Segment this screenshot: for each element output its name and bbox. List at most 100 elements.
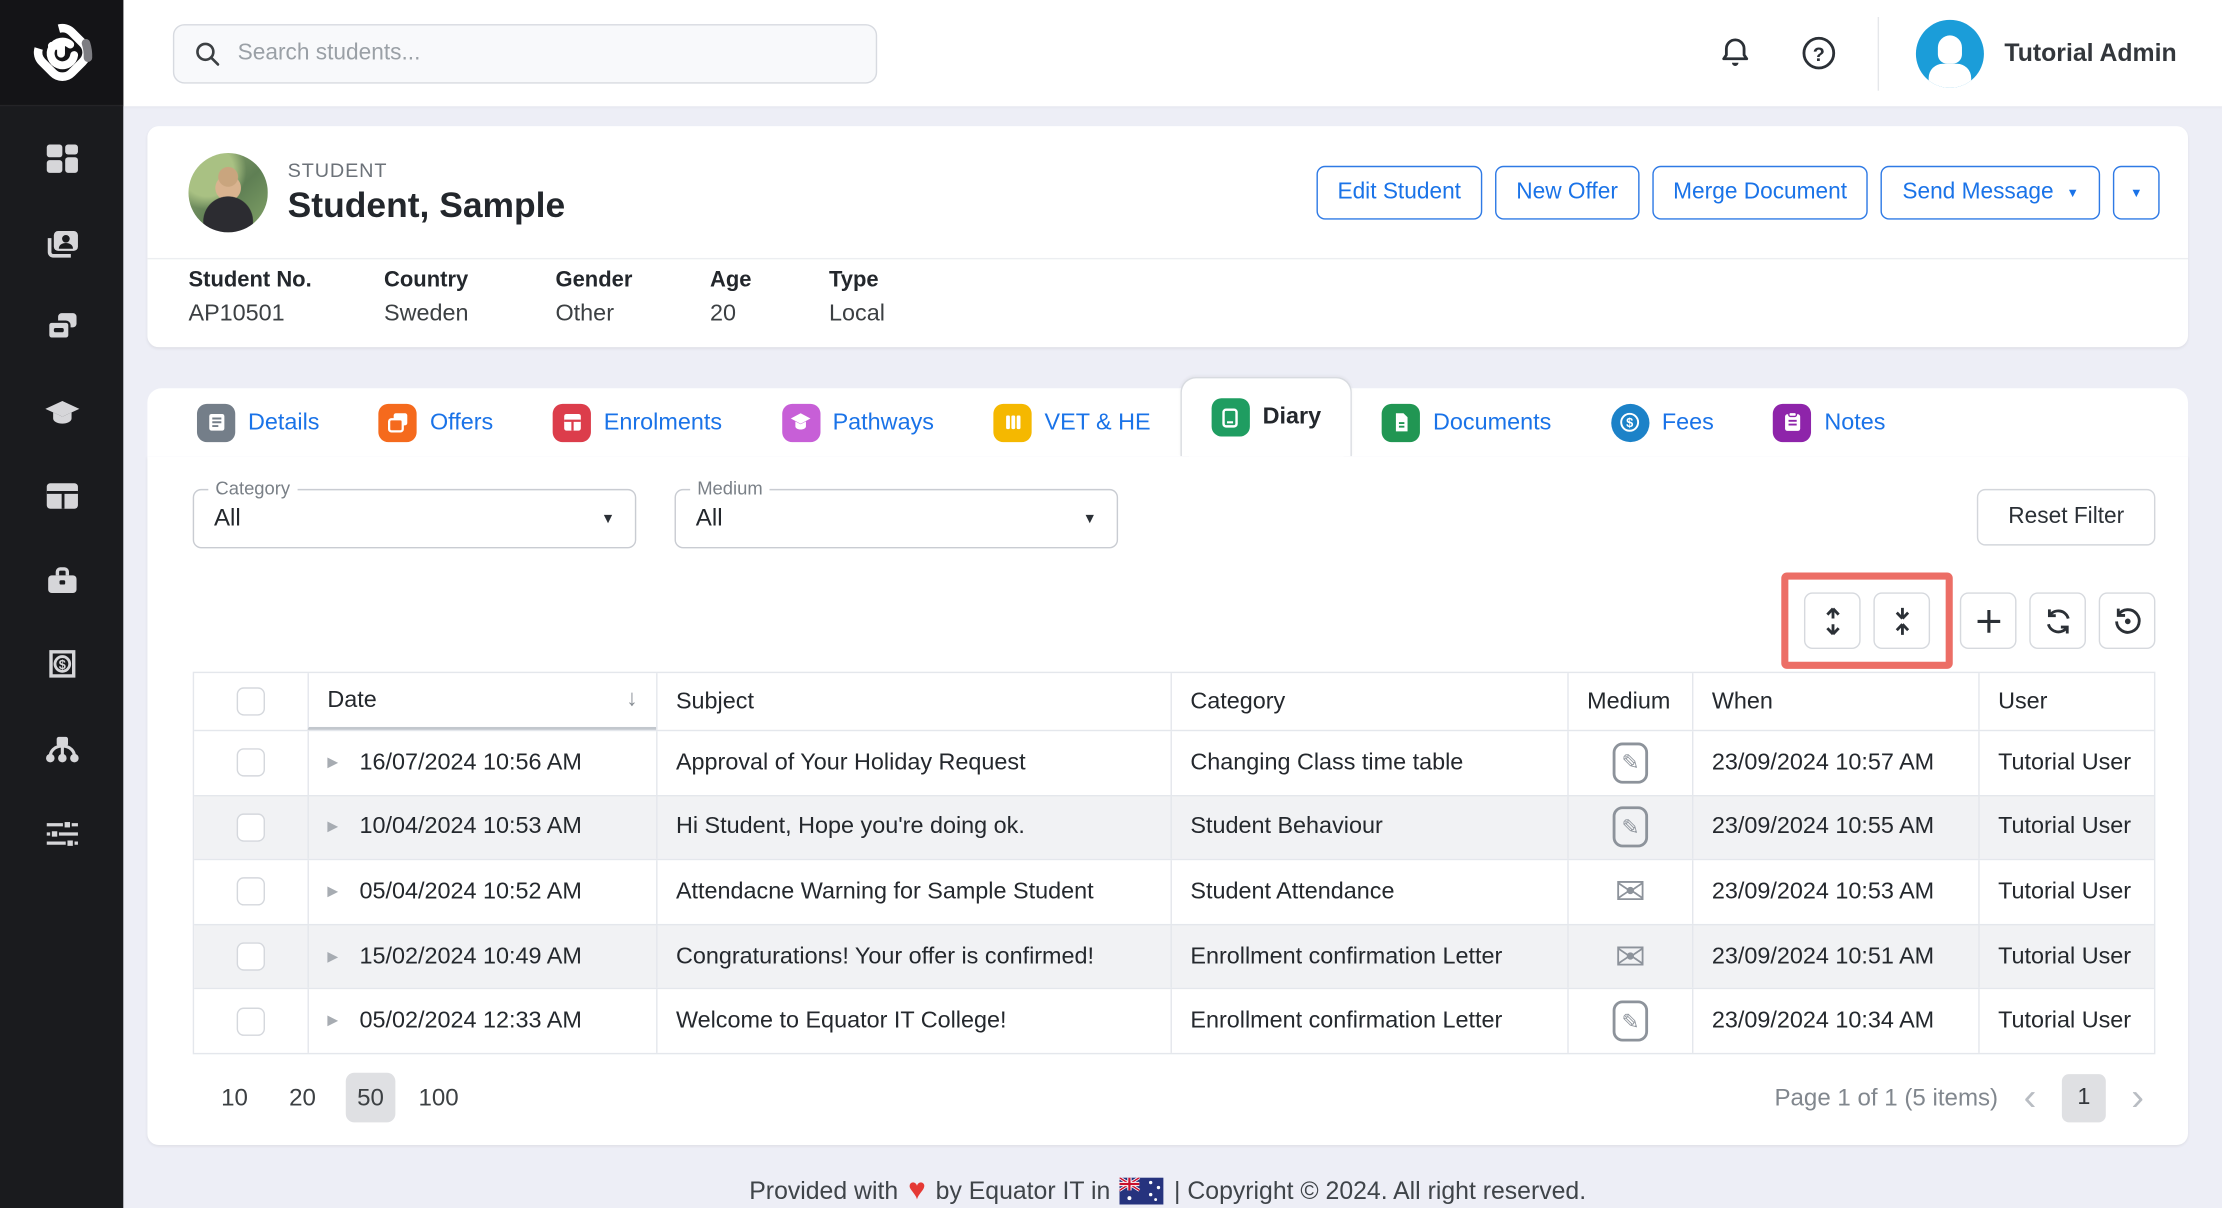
sidebar-item-programs[interactable] [33,478,90,515]
cell-subject: Approval of Your Holiday Request [656,731,1170,794]
student-info-row: Student No. AP10501 Country Sweden Gende… [147,259,2188,347]
refresh-button[interactable] [2029,592,2086,649]
page-footer: Provided with ♥ by Equator IT in | Copyr… [147,1176,2188,1206]
diary-icon [1212,398,1250,436]
sidebar-item-employers[interactable] [33,562,90,599]
sidebar-item-finance[interactable]: $ [33,646,90,683]
row-checkbox[interactable] [237,749,265,777]
previous-page-icon[interactable]: ‹ [2021,1079,2039,1117]
tab-pathways[interactable]: Pathways [752,388,964,456]
row-checkbox[interactable] [237,878,265,906]
chevron-down-icon: ▼ [2066,187,2079,200]
tab-documents[interactable]: Documents [1352,388,1581,456]
expand-row-icon[interactable]: ▶ [327,755,338,771]
cell-user: Tutorial User [1978,860,2154,923]
tab-enrolments[interactable]: Enrolments [523,388,752,456]
column-header-medium[interactable]: Medium [1567,673,1692,730]
cell-category: Enrollment confirmation Letter [1171,990,1568,1053]
tab-label: Details [248,409,319,436]
send-message-label: Send Message [1902,179,2053,205]
sidebar-item-dashboard[interactable] [33,140,90,177]
table-row: ▶10/04/2024 10:53 AM Hi Student, Hope yo… [194,794,2154,859]
footer-text: by Equator IT in [936,1176,1111,1206]
tab-details[interactable]: Details [167,388,349,456]
dashboard-icon [43,140,80,177]
category-filter-select[interactable]: Category All ▼ [193,489,637,549]
documents-icon [1382,403,1420,441]
sidebar-item-courses[interactable] [33,393,90,430]
field-value: Other [555,300,709,327]
cell-when: 23/09/2024 10:51 AM [1692,925,1978,988]
field-student-no: Student No. AP10501 [188,268,384,347]
tab-label: Notes [1824,409,1885,436]
cell-category: Student Attendance [1171,860,1568,923]
australia-flag-icon [1120,1178,1164,1205]
expand-all-rows-button[interactable] [1804,592,1861,649]
expand-row-icon[interactable]: ▶ [327,949,338,965]
send-message-button[interactable]: Send Message ▼ [1881,165,2100,219]
column-header-when[interactable]: When [1692,673,1978,730]
page-number-button[interactable]: 1 [2062,1074,2106,1122]
tutorial-highlight-box [1781,573,1952,669]
edit-student-button[interactable]: Edit Student [1316,165,1482,219]
student-card-icon [43,225,80,262]
tab-offers[interactable]: Offers [349,388,523,456]
page-size-10[interactable]: 10 [210,1073,260,1123]
column-header-subject[interactable]: Subject [656,673,1170,730]
row-checkbox[interactable] [237,813,265,841]
sidebar-item-settings[interactable] [33,815,90,852]
student-photo[interactable] [188,152,267,231]
add-diary-entry-button[interactable] [1960,592,2017,649]
cell-when: 23/09/2024 10:34 AM [1692,990,1978,1053]
pagination-status: Page 1 of 1 (5 items) [1774,1084,1998,1112]
column-header-user[interactable]: User [1978,673,2154,730]
tab-label: Documents [1433,409,1551,436]
search-box[interactable] [173,23,877,83]
app-logo[interactable] [0,0,123,106]
column-header-date[interactable]: Date ↓ [308,673,657,730]
sidebar-item-agents[interactable] [33,731,90,768]
cell-subject: Welcome to Equator IT College! [656,990,1170,1053]
tab-label: Diary [1263,404,1321,431]
merge-document-button[interactable]: Merge Document [1652,165,1868,219]
more-actions-button[interactable]: ▼ [2113,165,2160,219]
expand-row-icon[interactable]: ▶ [327,884,338,900]
user-avatar[interactable] [1917,19,1985,87]
user-name[interactable]: Tutorial Admin [2004,38,2176,68]
column-header-category[interactable]: Category [1171,673,1568,730]
notifications-button[interactable] [1707,25,1764,82]
medium-filter-select[interactable]: Medium All ▼ [675,489,1119,549]
heart-icon: ♥ [908,1175,926,1205]
history-button[interactable] [2099,592,2156,649]
expand-row-icon[interactable]: ▶ [327,820,338,836]
page-size-100[interactable]: 100 [414,1073,464,1123]
main-content: STUDENT Student, Sample Edit Student New… [123,106,2222,1207]
tab-vet-he[interactable]: VET & HE [964,388,1181,456]
field-value: 20 [710,300,829,327]
row-checkbox[interactable] [237,1007,265,1035]
cell-user: Tutorial User [1978,796,2154,859]
table-row: ▶05/02/2024 12:33 AM Welcome to Equator … [194,988,2154,1053]
search-input[interactable] [238,40,856,66]
sidebar: $ [0,0,123,1208]
field-label: Gender [555,268,709,294]
student-header-card: STUDENT Student, Sample Edit Student New… [147,126,2188,347]
collapse-all-rows-button[interactable] [1873,592,1930,649]
next-page-icon[interactable]: › [2128,1079,2146,1117]
reset-filter-button[interactable]: Reset Filter [1977,489,2155,546]
tab-notes[interactable]: Notes [1744,388,1916,456]
help-button[interactable]: ? [1790,25,1847,82]
page-size-options: 10 20 50 100 [210,1073,464,1123]
search-icon [194,39,220,67]
page-size-50[interactable]: 50 [346,1073,396,1123]
tab-diary[interactable]: Diary [1180,377,1352,456]
expand-row-icon[interactable]: ▶ [327,1013,338,1029]
student-name: Student, Sample [288,185,566,226]
row-checkbox[interactable] [237,942,265,970]
page-size-20[interactable]: 20 [278,1073,328,1123]
tab-fees[interactable]: $ Fees [1581,388,1744,456]
new-offer-button[interactable]: New Offer [1495,165,1639,219]
sidebar-item-students[interactable] [33,225,90,262]
select-all-checkbox[interactable] [237,687,265,715]
sidebar-item-offers[interactable] [33,309,90,346]
